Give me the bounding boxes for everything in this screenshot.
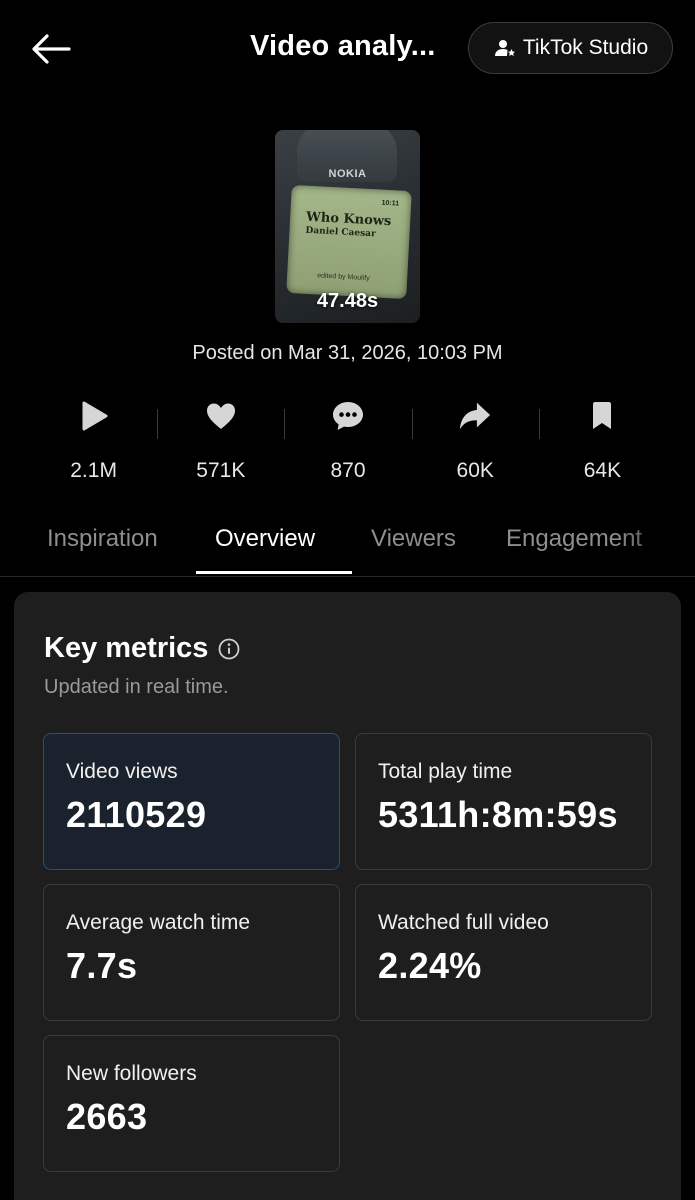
metric-value: 2663	[66, 1096, 148, 1137]
stat-divider	[538, 409, 540, 439]
analytics-tabs: Inspiration Overview Viewers Engagement	[0, 515, 695, 577]
tab-overview[interactable]: Overview	[215, 525, 315, 553]
key-metrics-card: Key metrics Updated in real time. Video …	[14, 592, 681, 1200]
posted-date: Posted on Mar 31, 2026, 10:03 PM	[192, 342, 503, 364]
page-title: Video analy...	[250, 30, 436, 62]
key-metrics-title: Key metrics	[44, 632, 209, 664]
metric-watched-full-video[interactable]: Watched full video 2.24%	[355, 884, 652, 1021]
metric-video-views[interactable]: Video views 2110529	[43, 733, 340, 870]
metric-label: Video views	[66, 760, 178, 783]
stat-comments: 870	[284, 395, 411, 485]
stat-likes: 571K	[157, 395, 284, 485]
metric-label: Average watch time	[66, 911, 251, 934]
metric-value: 7.7s	[66, 945, 138, 986]
thumbnail-brand: NOKIA	[328, 168, 367, 180]
key-metrics-subtitle: Updated in real time.	[44, 676, 229, 698]
thumbnail-time: 10:11	[381, 199, 400, 208]
metric-new-followers[interactable]: New followers 2663	[43, 1035, 340, 1172]
stat-likes-value: 571K	[196, 459, 246, 482]
tiktok-studio-button[interactable]: TikTok Studio	[468, 22, 673, 74]
stat-divider	[411, 409, 413, 439]
metric-label: Total play time	[378, 760, 513, 783]
metric-label: Watched full video	[378, 911, 549, 934]
active-tab-indicator	[196, 571, 352, 574]
play-icon	[77, 399, 111, 433]
comment-icon	[331, 399, 365, 433]
metric-value: 2.24%	[378, 945, 482, 986]
stat-saves-value: 64K	[583, 459, 622, 482]
phone-screen: 10:11 Who Knows Daniel Caesar edited by …	[286, 184, 412, 300]
video-duration: 47.48s	[316, 290, 379, 312]
thumbnail-credit: edited by Moulify	[317, 272, 370, 283]
video-thumbnail[interactable]: NOKIA 10:11 Who Knows Daniel Caesar edit…	[275, 130, 420, 323]
stat-divider	[157, 409, 159, 439]
user-star-icon	[494, 40, 515, 56]
tab-inspiration[interactable]: Inspiration	[47, 525, 158, 553]
stat-comments-value: 870	[330, 459, 366, 482]
stat-saves: 64K	[538, 395, 666, 485]
arrow-left-icon	[32, 34, 71, 64]
bookmark-icon	[585, 399, 619, 433]
metric-value: 2110529	[66, 794, 207, 835]
tab-engagement[interactable]: Engagement	[506, 525, 642, 553]
back-button[interactable]	[28, 26, 74, 72]
stats-row: 2.1M 571K 870 60K 64K	[30, 395, 666, 485]
metric-value: 5311h:8m:59s	[378, 794, 618, 835]
stat-shares: 60K	[411, 395, 539, 485]
metric-average-watch-time[interactable]: Average watch time 7.7s	[43, 884, 340, 1021]
stat-views: 2.1M	[30, 395, 157, 485]
header: Video analy... TikTok Studio	[0, 0, 695, 100]
tiktok-studio-label: TikTok Studio	[522, 36, 649, 59]
stat-divider	[284, 409, 286, 439]
share-icon	[458, 399, 492, 433]
tab-viewers[interactable]: Viewers	[371, 525, 456, 553]
metric-total-play-time[interactable]: Total play time 5311h:8m:59s	[355, 733, 652, 870]
key-metrics-heading: Key metrics	[44, 632, 240, 665]
stat-shares-value: 60K	[456, 459, 494, 482]
heart-icon	[204, 399, 238, 433]
metric-label: New followers	[66, 1062, 197, 1085]
info-icon[interactable]	[218, 638, 240, 660]
stat-views-value: 2.1M	[70, 459, 117, 482]
